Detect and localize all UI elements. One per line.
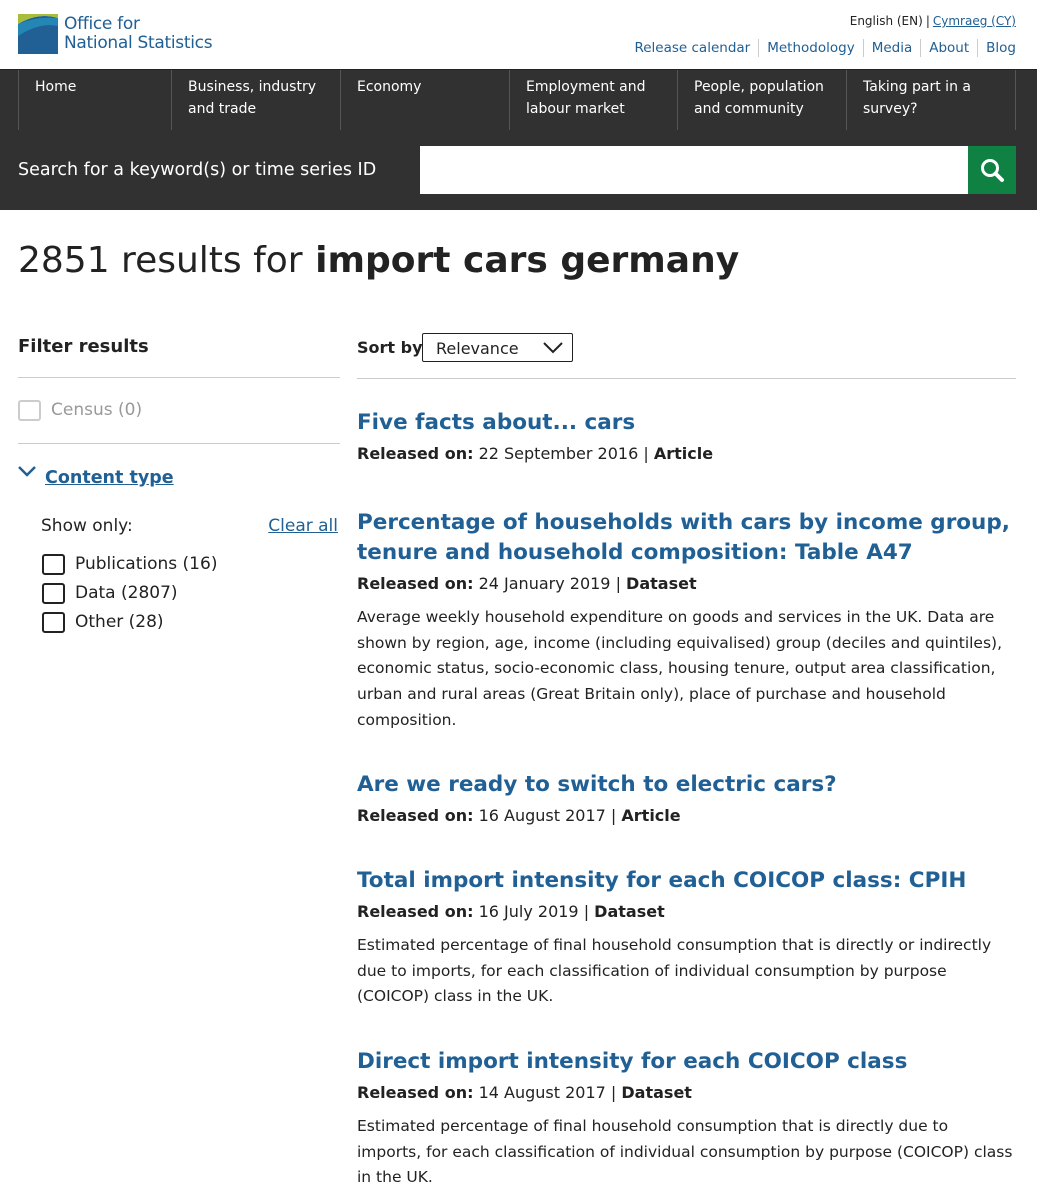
result-meta: Released on: 16 August 2017 | Article (357, 806, 681, 825)
result-type: Article (621, 806, 681, 825)
result-title-link[interactable]: Total import intensity for each COICOP c… (357, 866, 1016, 896)
nav-item-home[interactable]: Home (19, 70, 172, 130)
result-date: 22 September 2016 (478, 444, 639, 463)
results-count: 2851 results for (18, 240, 303, 281)
chevron-down-icon (543, 342, 563, 354)
result-meta: Released on: 22 September 2016 | Article (357, 444, 714, 463)
nav-item-business[interactable]: Business, industry and trade (172, 70, 341, 130)
top-links: Release calendar Methodology Media About… (626, 39, 1016, 57)
result-type: Dataset (621, 1083, 692, 1102)
clear-all-link[interactable]: Clear all (268, 516, 338, 536)
page-title: 2851 results for import cars germany (18, 240, 739, 281)
logo-line2: National Statistics (64, 33, 213, 53)
data-label: Data (2807) (75, 583, 178, 603)
content-type-toggle[interactable]: Content type (18, 444, 340, 504)
result-type: Dataset (626, 574, 697, 593)
result-item: Total import intensity for each COICOP c… (357, 866, 1016, 1010)
data-checkbox[interactable] (42, 583, 65, 604)
site-header: Office for National Statistics English (… (0, 0, 1037, 69)
release-calendar-link[interactable]: Release calendar (626, 39, 758, 57)
nav-item-employment[interactable]: Employment and labour market (510, 70, 678, 130)
result-meta: Released on: 24 January 2019 | Dataset (357, 574, 697, 593)
nav-item-people[interactable]: People, population and community (678, 70, 847, 130)
language-switcher: English (EN) | Cymraeg (CY) (849, 14, 1016, 28)
methodology-link[interactable]: Methodology (758, 39, 862, 57)
sort-select[interactable]: Relevance (422, 333, 573, 362)
census-filter: Census (0) (18, 378, 340, 444)
lang-welsh-link[interactable]: Cymraeg (CY) (933, 14, 1016, 28)
nav-item-economy[interactable]: Economy (341, 70, 510, 130)
filter-option-publications[interactable]: Publications (16) (18, 552, 340, 581)
result-meta: Released on: 14 August 2017 | Dataset (357, 1083, 692, 1102)
content-type-label[interactable]: Content type (45, 468, 174, 488)
census-label: Census (0) (51, 400, 143, 420)
results-panel: Sort by Relevance Five facts about... ca… (357, 330, 1016, 1186)
result-date: 16 August 2017 (478, 806, 606, 825)
result-title-link[interactable]: Direct import intensity for each COICOP … (357, 1047, 1016, 1077)
result-title-link[interactable]: Are we ready to switch to electric cars? (357, 770, 1016, 800)
result-date: 14 August 2017 (478, 1083, 606, 1102)
sort-row: Sort by Relevance (357, 330, 1016, 379)
result-date: 24 January 2019 (478, 574, 611, 593)
search-label: Search for a keyword(s) or time series I… (18, 160, 377, 180)
result-type: Article (653, 444, 714, 463)
sort-label: Sort by (357, 338, 423, 357)
primary-nav: Home Business, industry and trade Econom… (0, 69, 1037, 130)
result-item: Direct import intensity for each COICOP … (357, 1047, 1016, 1191)
show-only-row: Show only: Clear all (18, 504, 340, 544)
search-icon (981, 159, 1004, 182)
publications-label: Publications (16) (75, 554, 218, 574)
census-checkbox (18, 400, 41, 421)
result-item: Are we ready to switch to electric cars?… (357, 770, 1016, 827)
search-query: import cars germany (315, 240, 740, 281)
search-input[interactable] (420, 146, 969, 194)
result-item: Five facts about... cars Released on: 22… (357, 408, 1016, 465)
chevron-down-icon (18, 466, 36, 477)
logo-line1: Office for (64, 14, 140, 34)
ons-logo-icon (18, 14, 58, 54)
result-date: 16 July 2019 (478, 902, 579, 921)
result-description: Estimated percentage of final household … (357, 936, 992, 1006)
ons-logo[interactable]: Office for National Statistics (18, 14, 213, 54)
show-only-label: Show only: (41, 516, 133, 536)
result-title-link[interactable]: Percentage of households with cars by in… (357, 508, 1016, 568)
result-description: Average weekly household expenditure on … (357, 608, 1003, 729)
filter-option-data[interactable]: Data (2807) (18, 581, 340, 610)
media-link[interactable]: Media (862, 39, 921, 57)
result-description: Estimated percentage of final household … (357, 1117, 1013, 1187)
search-button[interactable] (968, 146, 1016, 194)
search-bar: Search for a keyword(s) or time series I… (0, 130, 1037, 210)
result-item: Percentage of households with cars by in… (357, 508, 1016, 734)
publications-checkbox[interactable] (42, 554, 65, 575)
other-checkbox[interactable] (42, 612, 65, 633)
result-type: Dataset (594, 902, 665, 921)
filter-heading: Filter results (18, 330, 340, 378)
about-link[interactable]: About (920, 39, 977, 57)
lang-current: English (EN) (849, 14, 923, 28)
other-label: Other (28) (75, 612, 164, 632)
filters-panel: Filter results Census (0) Content type S… (18, 330, 340, 639)
result-title-link[interactable]: Five facts about... cars (357, 408, 1016, 438)
filter-option-other[interactable]: Other (28) (18, 610, 340, 639)
result-meta: Released on: 16 July 2019 | Dataset (357, 902, 665, 921)
nav-item-survey[interactable]: Taking part in a survey? (847, 70, 1016, 130)
sort-value: Relevance (436, 339, 519, 358)
blog-link[interactable]: Blog (977, 39, 1016, 57)
